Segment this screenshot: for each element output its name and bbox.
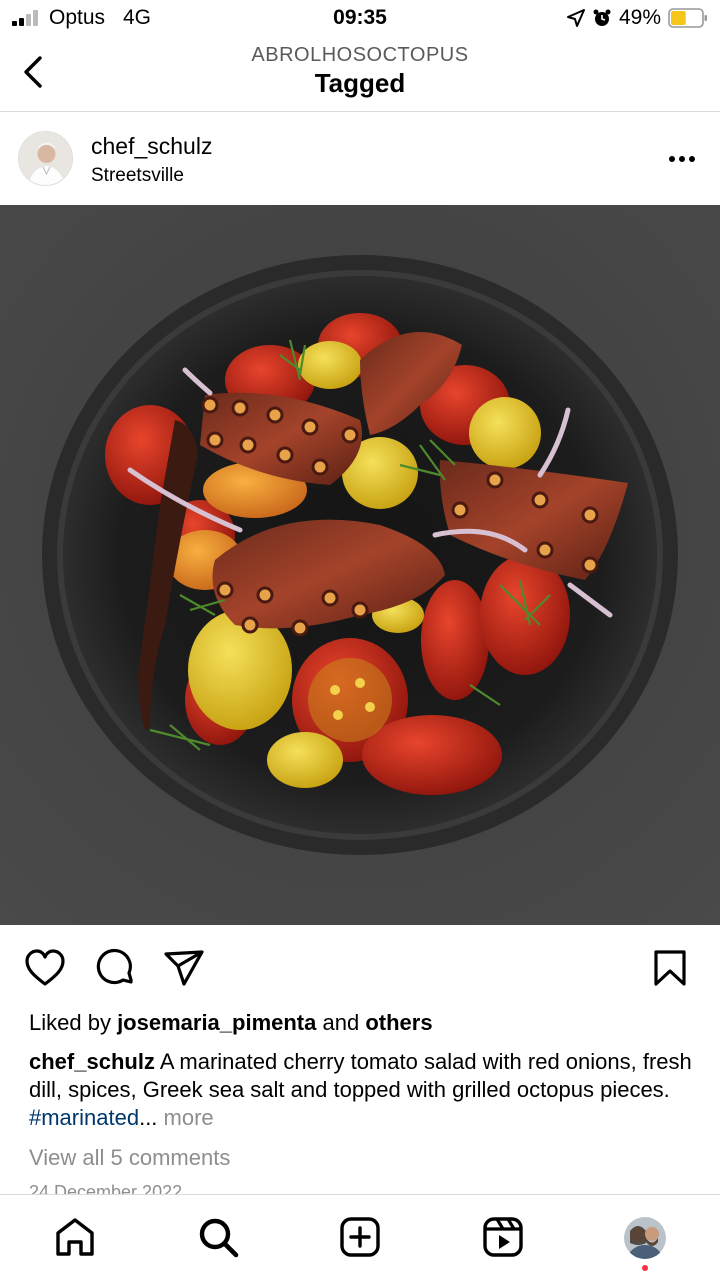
notification-dot	[642, 1265, 648, 1271]
profile-avatar[interactable]	[624, 1217, 666, 1259]
heart-icon[interactable]	[23, 946, 67, 990]
liked-by-user[interactable]: josemaria_pimenta	[117, 1010, 316, 1035]
create-icon[interactable]	[338, 1215, 382, 1259]
likes-summary[interactable]: Liked by josemaria_pimenta and others	[29, 1010, 433, 1036]
likes-prefix: Liked by	[29, 1010, 118, 1035]
alarm-icon	[593, 9, 611, 26]
reels-icon[interactable]	[481, 1215, 525, 1259]
search-icon[interactable]	[196, 1215, 240, 1259]
location-arrow-icon	[567, 9, 585, 27]
post-actions	[0, 938, 720, 998]
ellipsis-icon[interactable]	[660, 147, 704, 171]
caption-ellipsis: ...	[139, 1105, 158, 1130]
status-bar: Optus 4G 09:35 49%	[0, 0, 720, 38]
page-title: Tagged	[314, 68, 406, 98]
avatar[interactable]	[18, 131, 73, 186]
bookmark-icon[interactable]	[648, 946, 692, 990]
home-icon[interactable]	[53, 1215, 97, 1259]
bottom-nav	[0, 1194, 720, 1280]
caption-hashtag[interactable]: #marinated	[29, 1105, 139, 1130]
post-caption: chef_schulz A marinated cherry tomato sa…	[29, 1048, 699, 1132]
post-header: chef_schulz Streetsville	[0, 113, 720, 205]
battery-percent: 49%	[619, 6, 662, 29]
caption-more-link[interactable]: more	[157, 1105, 214, 1130]
likes-others[interactable]: others	[365, 1010, 432, 1035]
comment-icon[interactable]	[93, 946, 137, 990]
page-header: ABROLHOSOCTOPUS Tagged	[0, 38, 720, 112]
likes-middle: and	[316, 1010, 366, 1035]
post-photo[interactable]	[0, 205, 720, 925]
view-comments-link[interactable]: View all 5 comments	[29, 1145, 230, 1171]
status-time: 09:35	[333, 6, 387, 29]
post-date: 24 December 2022	[29, 1182, 183, 1194]
post-location[interactable]: Streetsville	[91, 165, 184, 187]
header-account-name[interactable]: ABROLHOSOCTOPUS	[0, 44, 720, 67]
caption-username[interactable]: chef_schulz	[29, 1049, 155, 1074]
share-icon[interactable]	[162, 946, 206, 990]
post-username[interactable]: chef_schulz	[91, 133, 212, 160]
battery-icon	[668, 8, 707, 28]
